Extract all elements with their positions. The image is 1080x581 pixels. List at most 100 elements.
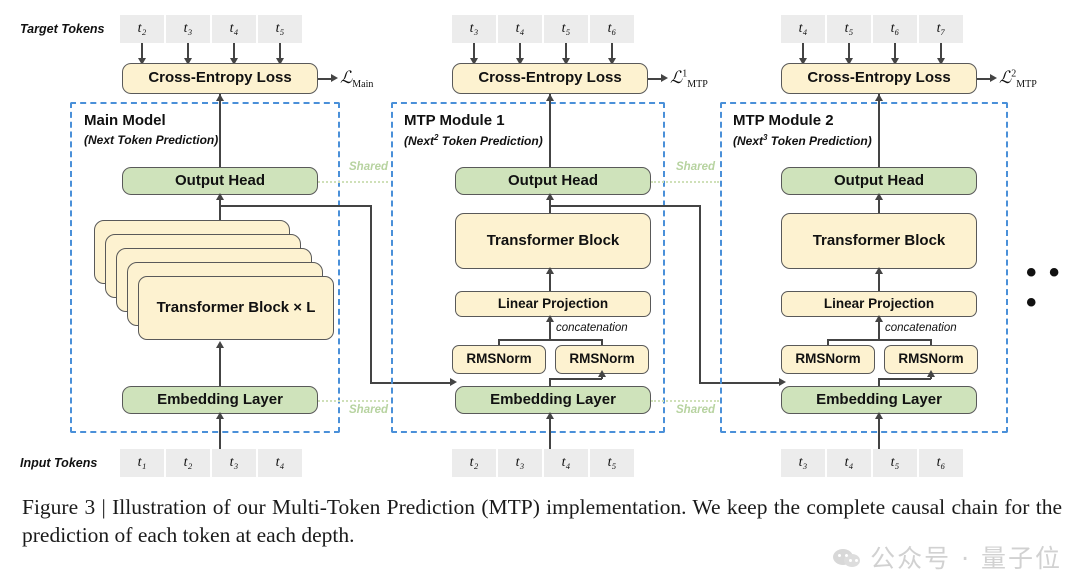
arrow-head xyxy=(874,267,883,274)
arrow-head xyxy=(215,412,224,419)
rmsnorm-left-box: RMSNorm xyxy=(781,345,875,374)
subtitle-pre: (Next xyxy=(733,134,764,148)
loss-symbol-base: ℒ xyxy=(670,68,683,87)
concat-bus xyxy=(827,339,931,341)
loss-symbol-mtp-1: ℒ1MTP xyxy=(670,68,708,90)
loss-symbol-main: ℒMain xyxy=(340,68,373,90)
arrow-line xyxy=(549,378,602,380)
shared-output-head-connector xyxy=(651,181,719,183)
cross-entropy-loss-box: Cross-Entropy Loss xyxy=(781,63,977,94)
mtp-module-1-subtitle: (Next2 Token Prediction) xyxy=(404,133,543,148)
output-head-box: Output Head xyxy=(455,167,651,195)
hidden-state-branch-h xyxy=(549,205,701,207)
arrow-head xyxy=(331,74,338,82)
shared-embedding-connector xyxy=(318,400,388,402)
input-token-chip: t₂ xyxy=(452,449,496,477)
watermark: 公众号 · 量子位 xyxy=(833,539,1062,575)
input-token-chip: t₂ xyxy=(166,449,210,477)
concat-bus xyxy=(498,339,602,341)
loss-symbol-sub: MTP xyxy=(687,79,708,91)
target-token-chip: t₃ xyxy=(166,15,210,43)
main-model-subtitle: (Next Token Prediction) xyxy=(84,133,218,147)
shared-label-embedding: Shared xyxy=(349,404,388,416)
arrow-head xyxy=(545,267,554,274)
main-model-title: Main Model xyxy=(84,112,166,129)
shared-label-embedding: Shared xyxy=(676,404,715,416)
linear-projection-box: Linear Projection xyxy=(455,291,651,317)
arrow-head xyxy=(215,341,224,348)
arrow-line xyxy=(878,414,880,449)
arrow-head xyxy=(215,94,224,101)
arrow-head xyxy=(874,412,883,419)
loss-symbol-sub: MTP xyxy=(1016,79,1037,91)
input-token-chip: t₃ xyxy=(212,449,256,477)
loss-symbol-sub: Main xyxy=(352,79,374,91)
loss-symbol-base: ℒ xyxy=(999,68,1012,87)
watermark-text: 公众号 · 量子位 xyxy=(870,544,1062,573)
target-token-chip: t₄ xyxy=(212,15,256,43)
input-token-chip: t₃ xyxy=(781,449,825,477)
wechat-icon xyxy=(833,545,863,569)
arrow-head xyxy=(545,412,554,419)
arrow-line xyxy=(878,94,880,171)
output-head-box: Output Head xyxy=(122,167,318,195)
embedding-layer-box: Embedding Layer xyxy=(781,386,977,414)
hidden-state-branch-h xyxy=(219,205,372,207)
target-tokens-row-label: Target Tokens xyxy=(20,22,105,36)
target-token-chip: t₆ xyxy=(590,15,634,43)
output-head-box: Output Head xyxy=(781,167,977,195)
input-token-chip: t₄ xyxy=(258,449,302,477)
loss-symbol-base: ℒ xyxy=(340,68,353,87)
subtitle-pre: (Next xyxy=(84,133,115,147)
arrow-head xyxy=(874,94,883,101)
input-token-chip: t₄ xyxy=(827,449,871,477)
mtp-module-1-title: MTP Module 1 xyxy=(404,112,505,129)
transformer-block-box: Transformer Block xyxy=(781,213,977,269)
input-token-chip: t₄ xyxy=(544,449,588,477)
target-token-chip: t₂ xyxy=(120,15,164,43)
cross-entropy-loss-box: Cross-Entropy Loss xyxy=(122,63,318,94)
arrow-head xyxy=(661,74,668,82)
arrow-line xyxy=(219,414,221,449)
subtitle-post: Token Prediction) xyxy=(438,134,543,148)
loss-symbol-mtp-2: ℒ2MTP xyxy=(999,68,1037,90)
continuation-ellipsis: • • • xyxy=(1026,256,1062,319)
mtp-module-2-subtitle: (Next3 Token Prediction) xyxy=(733,133,872,148)
target-token-chip: t₅ xyxy=(544,15,588,43)
arrow-head xyxy=(874,193,883,200)
arrow-head xyxy=(545,193,554,200)
arrow-head xyxy=(545,94,554,101)
subtitle-post: Token Prediction) xyxy=(114,133,219,147)
linear-projection-box: Linear Projection xyxy=(781,291,977,317)
cross-entropy-loss-box: Cross-Entropy Loss xyxy=(452,63,648,94)
mtp-module-2-title: MTP Module 2 xyxy=(733,112,834,129)
shared-label-output-head: Shared xyxy=(676,161,715,173)
target-token-chip: t₄ xyxy=(498,15,542,43)
arrow-head xyxy=(545,315,554,322)
concatenation-label: concatenation xyxy=(885,322,957,334)
transformer-block-box: Transformer Block xyxy=(455,213,651,269)
shared-label-output-head: Shared xyxy=(349,161,388,173)
input-token-chip: t₅ xyxy=(873,449,917,477)
target-token-chip: t₃ xyxy=(452,15,496,43)
shared-embedding-connector xyxy=(651,400,719,402)
target-token-chip: t₄ xyxy=(781,15,825,43)
input-token-chip: t₁ xyxy=(120,449,164,477)
embedding-layer-box: Embedding Layer xyxy=(455,386,651,414)
input-token-chip: t₃ xyxy=(498,449,542,477)
arrow-head xyxy=(990,74,997,82)
arrow-line xyxy=(549,94,551,171)
embedding-layer-box: Embedding Layer xyxy=(122,386,318,414)
arrow-head xyxy=(215,193,224,200)
input-token-chip: t₅ xyxy=(590,449,634,477)
arrow-line xyxy=(878,378,931,380)
target-token-chip: t₆ xyxy=(873,15,917,43)
arrow-head xyxy=(926,370,935,377)
hidden-state-branch-v xyxy=(699,205,701,383)
input-tokens-row-label: Input Tokens xyxy=(20,456,98,470)
hidden-state-branch-v xyxy=(370,205,372,383)
target-token-chip: t₅ xyxy=(258,15,302,43)
arrow-head xyxy=(874,315,883,322)
arrow-line xyxy=(219,94,221,171)
transformer-block-xl-box: Transformer Block × L xyxy=(138,276,334,340)
